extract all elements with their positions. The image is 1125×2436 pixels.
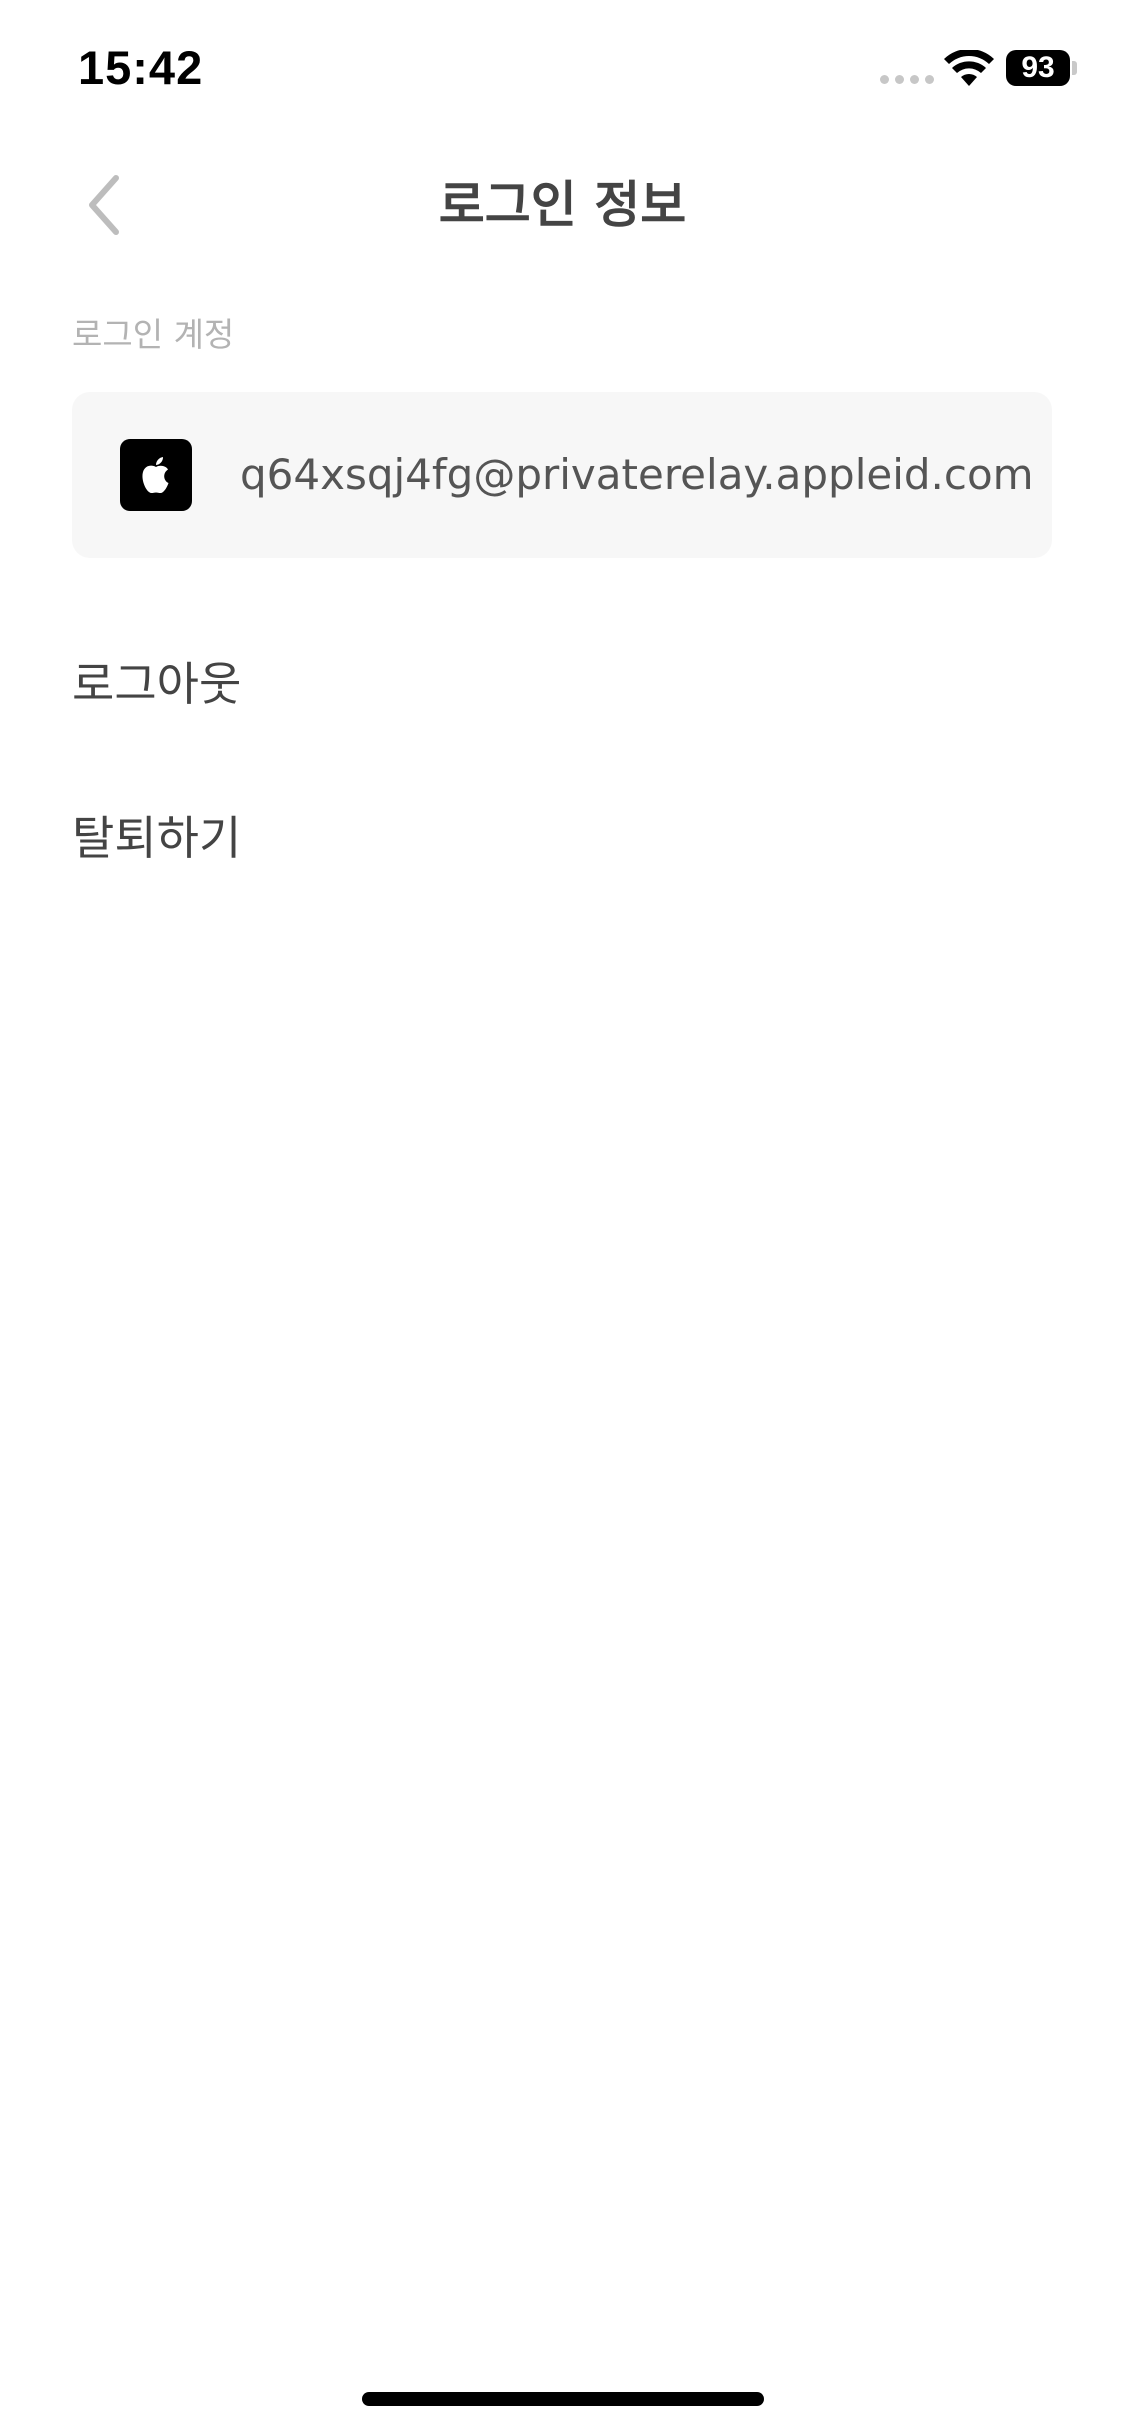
signal-dots-icon: [880, 75, 934, 84]
wifi-icon: [944, 50, 994, 86]
battery-level: 93: [1021, 51, 1055, 84]
section-label: 로그인 계정: [72, 315, 235, 354]
home-indicator: [362, 2392, 764, 2406]
page-title: 로그인 정보: [438, 176, 687, 234]
account-email: q64xsqj4fg@privaterelay.appleid.com: [240, 450, 1034, 499]
status-time: 15:42: [78, 41, 204, 94]
navigation-bar: 로그인 정보: [0, 150, 1125, 260]
logout-button[interactable]: 로그아웃: [72, 648, 241, 714]
battery-icon: 93: [1006, 50, 1070, 86]
status-bar: 15:42 93: [0, 0, 1125, 130]
account-card: q64xsqj4fg@privaterelay.appleid.com: [72, 392, 1052, 558]
battery-tip: [1072, 61, 1077, 75]
apple-icon: [120, 439, 192, 511]
withdraw-button[interactable]: 탈퇴하기: [72, 802, 241, 868]
